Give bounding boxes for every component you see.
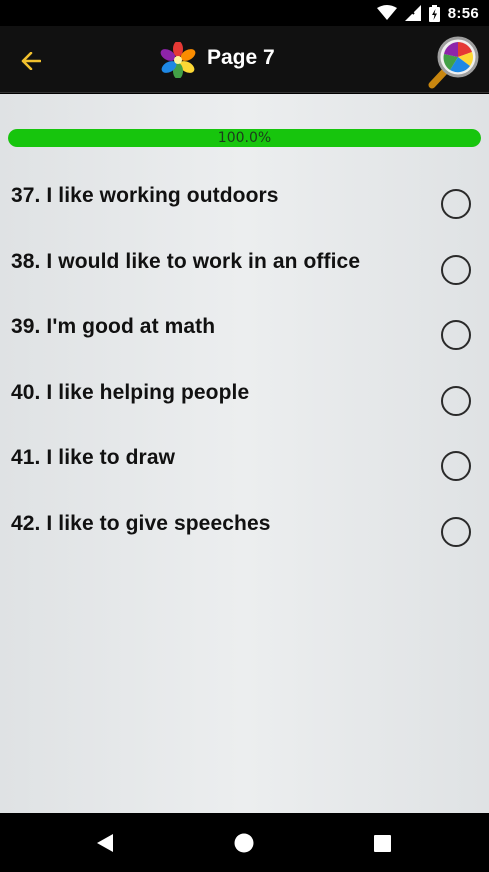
status-time: 8:56 bbox=[447, 4, 479, 22]
question-item[interactable]: 38. I would like to work in an office bbox=[0, 250, 489, 310]
cell-signal-icon bbox=[404, 5, 421, 21]
question-label: 40. I like helping people bbox=[11, 381, 250, 404]
home-circle-icon bbox=[234, 833, 254, 853]
page-title: Page 7 bbox=[207, 46, 275, 69]
question-label: 39. I'm good at math bbox=[11, 315, 216, 338]
back-triangle-icon bbox=[97, 834, 113, 852]
nav-home-button[interactable] bbox=[228, 827, 260, 859]
question-item[interactable]: 40. I like helping people bbox=[0, 381, 489, 441]
magnifier-icon[interactable] bbox=[426, 34, 482, 90]
question-item[interactable]: 41. I like to draw bbox=[0, 446, 489, 506]
question-label: 38. I would like to work in an office bbox=[11, 250, 361, 273]
question-item[interactable]: 37. I like working outdoors bbox=[0, 184, 489, 244]
question-label: 37. I like working outdoors bbox=[11, 184, 279, 207]
questionnaire-content: 100.0% 37. I like working outdoors 38. I… bbox=[0, 94, 489, 813]
radio-button[interactable] bbox=[441, 386, 471, 416]
progress-bar: 100.0% bbox=[8, 129, 481, 147]
wifi-icon bbox=[376, 5, 397, 20]
radio-button[interactable] bbox=[441, 255, 471, 285]
arrow-left-icon bbox=[21, 52, 41, 70]
app-bar: Page 7 bbox=[0, 26, 489, 93]
nav-back-button[interactable] bbox=[89, 827, 121, 859]
status-bar: 8:56 bbox=[0, 0, 489, 26]
radio-button[interactable] bbox=[441, 320, 471, 350]
question-label: 42. I like to give speeches bbox=[11, 512, 271, 535]
radio-button[interactable] bbox=[441, 517, 471, 547]
question-item[interactable]: 39. I'm good at math bbox=[0, 315, 489, 375]
radio-button[interactable] bbox=[441, 451, 471, 481]
navigation-bar bbox=[0, 813, 489, 872]
radio-button[interactable] bbox=[441, 189, 471, 219]
nav-recents-button[interactable] bbox=[366, 827, 398, 859]
battery-icon bbox=[428, 4, 440, 22]
back-button[interactable] bbox=[14, 44, 48, 78]
question-item[interactable]: 42. I like to give speeches bbox=[0, 512, 489, 572]
question-label: 41. I like to draw bbox=[11, 446, 176, 469]
recents-square-icon bbox=[373, 834, 391, 852]
flower-logo-icon bbox=[160, 42, 196, 78]
progress-label: 100.0% bbox=[217, 130, 272, 146]
